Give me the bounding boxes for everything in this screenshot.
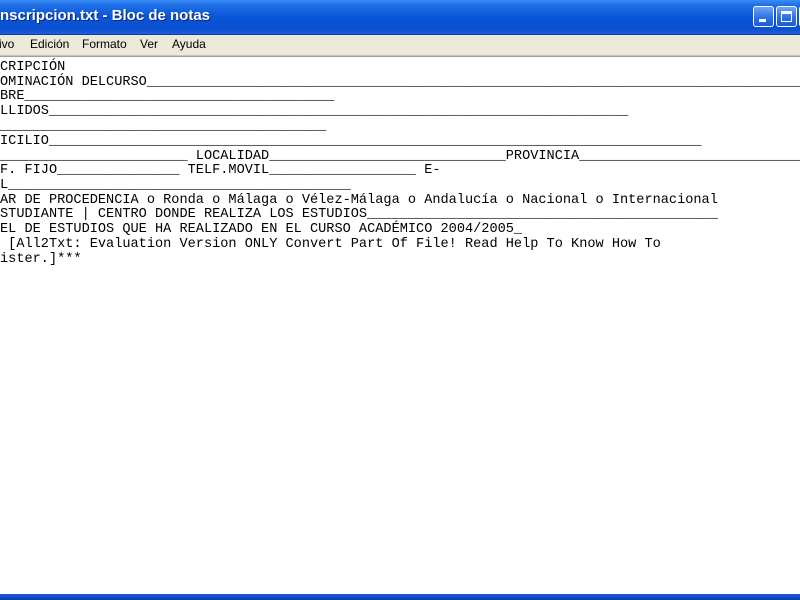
menu-ver[interactable]: Ver [140, 37, 158, 51]
text-line: [All2Txt: Evaluation Version ONLY Conver… [0, 237, 661, 252]
title-bar[interactable]: nscripcion.txt - Bloc de notas [0, 0, 800, 35]
menu-archivo[interactable]: ivo [0, 37, 14, 51]
menu-bar: ivo Edición Formato Ver Ayuda [0, 35, 800, 56]
text-editor[interactable]: CRIPCIÓN OMINACIÓN DELCURSO_____________… [0, 56, 800, 595]
text-line: ICILIO__________________________________… [0, 134, 702, 149]
text-line: AR DE PROCEDENCIA o Ronda o Málaga o Vél… [0, 193, 718, 208]
text-line: STUDIANTE | CENTRO DONDE REALIZA LOS EST… [0, 207, 718, 222]
text-line: EL DE ESTUDIOS QUE HA REALIZADO EN EL CU… [0, 222, 523, 237]
window-bottom-border [0, 594, 800, 600]
text-line: F. FIJO_______________ TELF.MOVIL_______… [0, 163, 441, 178]
minimize-button[interactable] [753, 6, 774, 27]
text-line: L_______________________________________… [0, 178, 351, 193]
minimize-icon [759, 19, 766, 22]
text-line: ________________________________________ [0, 119, 327, 134]
maximize-icon [781, 11, 792, 22]
menu-formato[interactable]: Formato [82, 37, 127, 51]
text-line: _______________________ LOCALIDAD_______… [0, 149, 800, 164]
text-line: CRIPCIÓN [0, 60, 66, 75]
text-line: LLIDOS__________________________________… [0, 104, 629, 119]
text-line: BRE_____________________________________… [0, 89, 335, 104]
text-line: ister.]*** [0, 252, 82, 267]
text-line: OMINACIÓN DELCURSO______________________… [0, 75, 800, 90]
menu-edicion[interactable]: Edición [30, 37, 69, 51]
menu-ayuda[interactable]: Ayuda [172, 37, 206, 51]
maximize-button[interactable] [776, 6, 797, 27]
window-title: nscripcion.txt - Bloc de notas [0, 7, 211, 24]
